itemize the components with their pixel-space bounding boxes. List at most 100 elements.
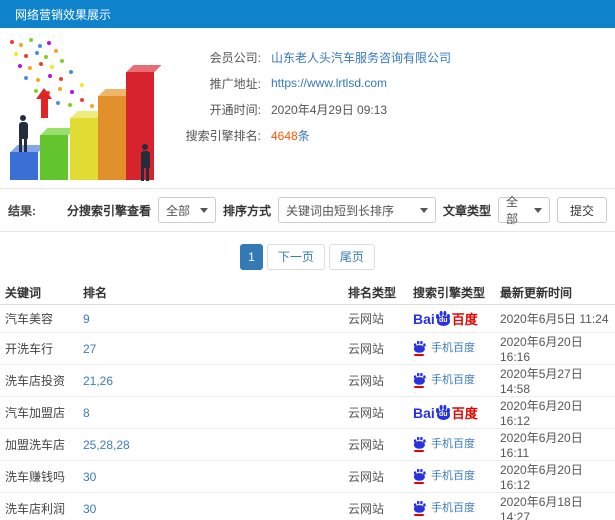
mobile-baidu-logo: 手机百度 xyxy=(413,499,475,517)
rank-type-cell: 云网站 xyxy=(348,460,413,493)
baidu-logo-cn: 百度 xyxy=(451,405,478,421)
mobile-baidu-label: 手机百度 xyxy=(431,373,475,386)
table-row: 洗车赚钱吗 30 云网站 手机百度 2020年6月20日 16:12 xyxy=(0,460,615,493)
rank-type-cell: 云网站 xyxy=(348,492,413,520)
chart-bar-yellow xyxy=(70,118,98,180)
pagination: 1 下一页 尾页 xyxy=(0,244,615,270)
page-1-button[interactable]: 1 xyxy=(240,244,263,270)
chevron-down-icon xyxy=(199,207,208,213)
col-updated: 最新更新时间 xyxy=(500,280,615,305)
last-page-button[interactable]: 尾页 xyxy=(328,244,375,270)
rank-link[interactable]: 27 xyxy=(83,342,96,356)
rank-type-cell: 云网站 xyxy=(348,304,413,333)
sort-select[interactable]: 关键词由短到长排序 xyxy=(277,197,436,223)
baidu-paw-icon xyxy=(413,468,426,485)
info-section: 会员公司: 山东老人头汽车服务咨询有限公司 推广地址: https://www.… xyxy=(0,28,615,188)
engine-cell: 手机百度 xyxy=(413,492,500,520)
open-time-value: 2020年4月29日 09:13 xyxy=(271,102,388,117)
company-info-list: 会员公司: 山东老人头汽车服务咨询有限公司 推广地址: https://www.… xyxy=(175,36,451,188)
growth-arrow-icon xyxy=(36,88,52,118)
baidu-paw-icon xyxy=(413,436,426,453)
open-time-label: 开通时间: xyxy=(209,102,261,117)
baidu-paw-icon xyxy=(413,500,426,517)
filter-controls: 分搜索引擎查看 全部 排序方式 关键词由短到长排序 文章类型 全部 提交 xyxy=(66,195,607,226)
baidu-paw-icon xyxy=(413,372,426,389)
keyword-cell: 洗车店投资 xyxy=(0,364,83,397)
baidu-logo-bai: Bai xyxy=(413,310,435,327)
next-page-button[interactable]: 下一页 xyxy=(266,244,325,270)
engine-rank-label: 搜索引擎排名: xyxy=(185,128,261,143)
keyword-cell: 洗车店利润 xyxy=(0,492,83,520)
chart-bar-green xyxy=(40,135,68,180)
table-row: 洗车店利润 30 云网站 手机百度 2020年6月18日 14:27 xyxy=(0,492,615,520)
keyword-cell: 加盟洗车店 xyxy=(0,428,83,461)
article-type-select[interactable]: 全部 xyxy=(497,195,550,226)
mobile-baidu-label: 手机百度 xyxy=(431,469,475,482)
rank-type-cell: 云网站 xyxy=(348,428,413,461)
updated-cell: 2020年6月20日 16:11 xyxy=(500,428,615,461)
chart-bar-orange xyxy=(98,96,126,180)
rank-count-unit: 条 xyxy=(297,128,310,143)
engine-filter-select[interactable]: 全部 xyxy=(157,197,216,223)
updated-cell: 2020年6月20日 16:12 xyxy=(500,460,615,493)
info-row-open-time: 开通时间: 2020年4月29日 09:13 xyxy=(175,96,451,122)
baidu-paw-icon: du xyxy=(436,405,451,420)
baidu-logo-du: du xyxy=(439,410,448,418)
rank-link[interactable]: 30 xyxy=(83,470,96,484)
updated-cell: 2020年6月5日 11:24 xyxy=(500,304,615,333)
engine-cell: Bai du 百度 xyxy=(413,396,500,429)
result-label: 结果: xyxy=(8,203,36,218)
marketing-report-page: 网络营销效果展示 会员公司: 山东老人头汽车服务咨询有限公司 推广地址: htt… xyxy=(0,0,615,520)
engine-cell: 手机百度 xyxy=(413,364,500,397)
engine-filter-selected: 全部 xyxy=(165,203,190,218)
info-row-member: 会员公司: 山东老人头汽车服务咨询有限公司 xyxy=(175,44,451,70)
baidu-logo-du: du xyxy=(439,316,448,324)
member-company-label: 会员公司: xyxy=(209,50,261,65)
mobile-baidu-logo: 手机百度 xyxy=(413,467,475,485)
promo-url-link[interactable]: https://www.lrtlsd.com xyxy=(271,76,387,90)
article-type-label: 文章类型 xyxy=(442,203,491,218)
table-row: 加盟洗车店 25,28,28 云网站 手机百度 2020年6月20日 16:11 xyxy=(0,428,615,461)
rank-link[interactable]: 9 xyxy=(83,312,90,326)
engine-cell: 手机百度 xyxy=(413,332,500,365)
col-rank: 排名 xyxy=(83,280,348,305)
updated-cell: 2020年5月27日 14:58 xyxy=(500,364,615,397)
submit-button[interactable]: 提交 xyxy=(556,197,607,223)
keyword-cell: 汽车美容 xyxy=(0,304,83,333)
engine-cell: 手机百度 xyxy=(413,460,500,493)
baidu-paw-icon xyxy=(413,340,426,357)
rank-link[interactable]: 8 xyxy=(83,406,90,420)
baidu-logo-cn: 百度 xyxy=(451,311,478,327)
col-engine-type: 搜索引擎类型 xyxy=(413,280,500,305)
sort-selected: 关键词由短到长排序 xyxy=(285,203,394,218)
member-company-link[interactable]: 山东老人头汽车服务咨询有限公司 xyxy=(271,49,451,66)
engine-filter-label: 分搜索引擎查看 xyxy=(66,203,151,218)
mobile-baidu-label: 手机百度 xyxy=(431,501,475,514)
table-row: 汽车美容 9 云网站 Bai du 百度 2020年6月5日 11:24 xyxy=(0,304,615,333)
col-rank-type: 排名类型 xyxy=(348,280,413,305)
info-row-url: 推广地址: https://www.lrtlsd.com xyxy=(175,70,451,96)
rank-link[interactable]: 21,26 xyxy=(83,374,113,388)
baidu-logo: Bai du 百度 xyxy=(413,311,478,326)
mobile-baidu-label: 手机百度 xyxy=(431,437,475,450)
baidu-logo-bai: Bai xyxy=(413,404,435,421)
rank-type-cell: 云网站 xyxy=(348,396,413,429)
sort-label: 排序方式 xyxy=(222,203,271,218)
rank-link[interactable]: 25,28,28 xyxy=(83,438,130,452)
rank-count: 4648 xyxy=(271,128,298,143)
chevron-down-icon xyxy=(533,207,542,213)
rank-type-cell: 云网站 xyxy=(348,332,413,365)
mobile-baidu-logo: 手机百度 xyxy=(413,435,475,453)
engine-rank-value: 4648条 xyxy=(271,127,310,144)
keyword-cell: 开洗车行 xyxy=(0,332,83,365)
engine-cell: 手机百度 xyxy=(413,428,500,461)
keyword-cell: 汽车加盟店 xyxy=(0,396,83,429)
header-bar: 网络营销效果展示 xyxy=(0,0,615,28)
table-row: 汽车加盟店 8 云网站 Bai du 百度 2020年6月20日 16:12 xyxy=(0,396,615,429)
mobile-baidu-label: 手机百度 xyxy=(431,341,475,354)
rank-link[interactable]: 30 xyxy=(83,502,96,516)
baidu-paw-icon: du xyxy=(436,311,451,326)
table-row: 开洗车行 27 云网站 手机百度 2020年6月20日 16:16 xyxy=(0,332,615,365)
filter-bar: 结果: 分搜索引擎查看 全部 排序方式 关键词由短到长排序 文章类型 全部 提交 xyxy=(0,188,615,232)
chevron-down-icon xyxy=(419,207,428,213)
